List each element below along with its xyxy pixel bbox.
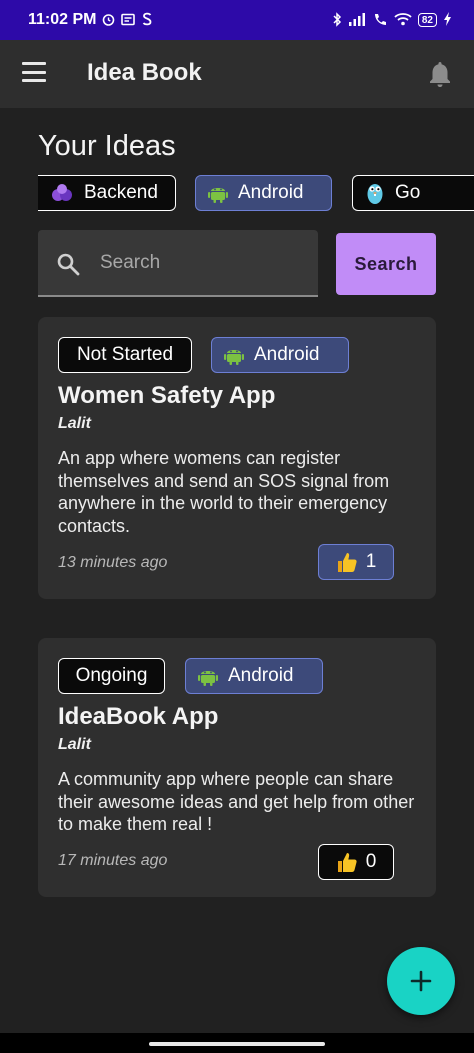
battery-icon: 82 <box>417 13 437 27</box>
gopher-icon <box>365 181 385 205</box>
app-bar: Idea Book <box>0 40 474 108</box>
s-icon <box>141 12 153 28</box>
alarm-icon <box>102 13 115 28</box>
android-icon <box>198 666 218 686</box>
bluetooth-icon <box>332 11 342 29</box>
chip-label: Backend <box>84 182 158 203</box>
search-field[interactable] <box>38 230 318 297</box>
idea-description: A community app where people can share t… <box>58 769 415 834</box>
signal-icon <box>348 12 366 28</box>
android-icon <box>208 183 228 203</box>
idea-timestamp: 13 minutes ago <box>58 554 168 571</box>
idea-description: An app where womens can register themsel… <box>58 448 390 536</box>
status-badge: Not Started <box>58 337 192 373</box>
plus-icon <box>410 970 432 992</box>
hamburger-menu-icon[interactable] <box>22 62 46 82</box>
chip-go[interactable]: Go <box>352 175 474 211</box>
thumbs-up-icon <box>336 551 358 573</box>
idea-timestamp: 17 minutes ago <box>58 852 168 869</box>
home-gesture-handle[interactable] <box>149 1042 325 1046</box>
tag-badge: Android <box>211 337 349 373</box>
idea-card[interactable]: Not Started Android Women Safety App Lal… <box>38 317 436 599</box>
like-count: 1 <box>365 551 377 572</box>
idea-card[interactable]: Ongoing Android IdeaBook App Lalit A com… <box>38 638 436 897</box>
status-bar: 11:02 PM 82 <box>0 0 474 40</box>
idea-title: IdeaBook App <box>58 703 219 730</box>
idea-author: Lalit <box>58 415 91 432</box>
system-nav-bar <box>0 1033 474 1053</box>
bell-icon[interactable] <box>428 60 452 88</box>
chip-backend[interactable]: Backend <box>38 175 176 211</box>
search-button[interactable]: Search <box>336 233 436 295</box>
like-button[interactable]: 0 <box>318 844 394 880</box>
search-input[interactable] <box>100 230 310 295</box>
message-icon <box>121 13 136 28</box>
like-button[interactable]: 1 <box>318 544 394 580</box>
backend-icon <box>50 183 74 203</box>
charging-icon <box>443 12 452 28</box>
page-title: Your Ideas <box>38 130 176 162</box>
tag-badge: Android <box>185 658 323 694</box>
chip-label: Go <box>395 182 421 203</box>
search-icon <box>56 252 80 276</box>
app-title: Idea Book <box>87 59 202 86</box>
like-count: 0 <box>365 851 377 872</box>
android-icon <box>224 345 244 365</box>
thumbs-up-icon <box>336 851 358 873</box>
tag-label: Android <box>228 665 294 686</box>
status-label: Not Started <box>76 344 174 365</box>
tag-label: Android <box>254 344 320 365</box>
status-time: 11:02 PM <box>28 11 97 28</box>
status-badge: Ongoing <box>58 658 165 694</box>
chip-label: Android <box>238 182 304 203</box>
idea-author: Lalit <box>58 736 91 753</box>
add-idea-button[interactable] <box>387 947 455 1015</box>
idea-title: Women Safety App <box>58 382 276 409</box>
chip-android[interactable]: Android <box>195 175 332 211</box>
status-label: Ongoing <box>75 665 148 686</box>
wifi-icon <box>394 12 412 28</box>
wifi-call-icon <box>372 12 388 29</box>
